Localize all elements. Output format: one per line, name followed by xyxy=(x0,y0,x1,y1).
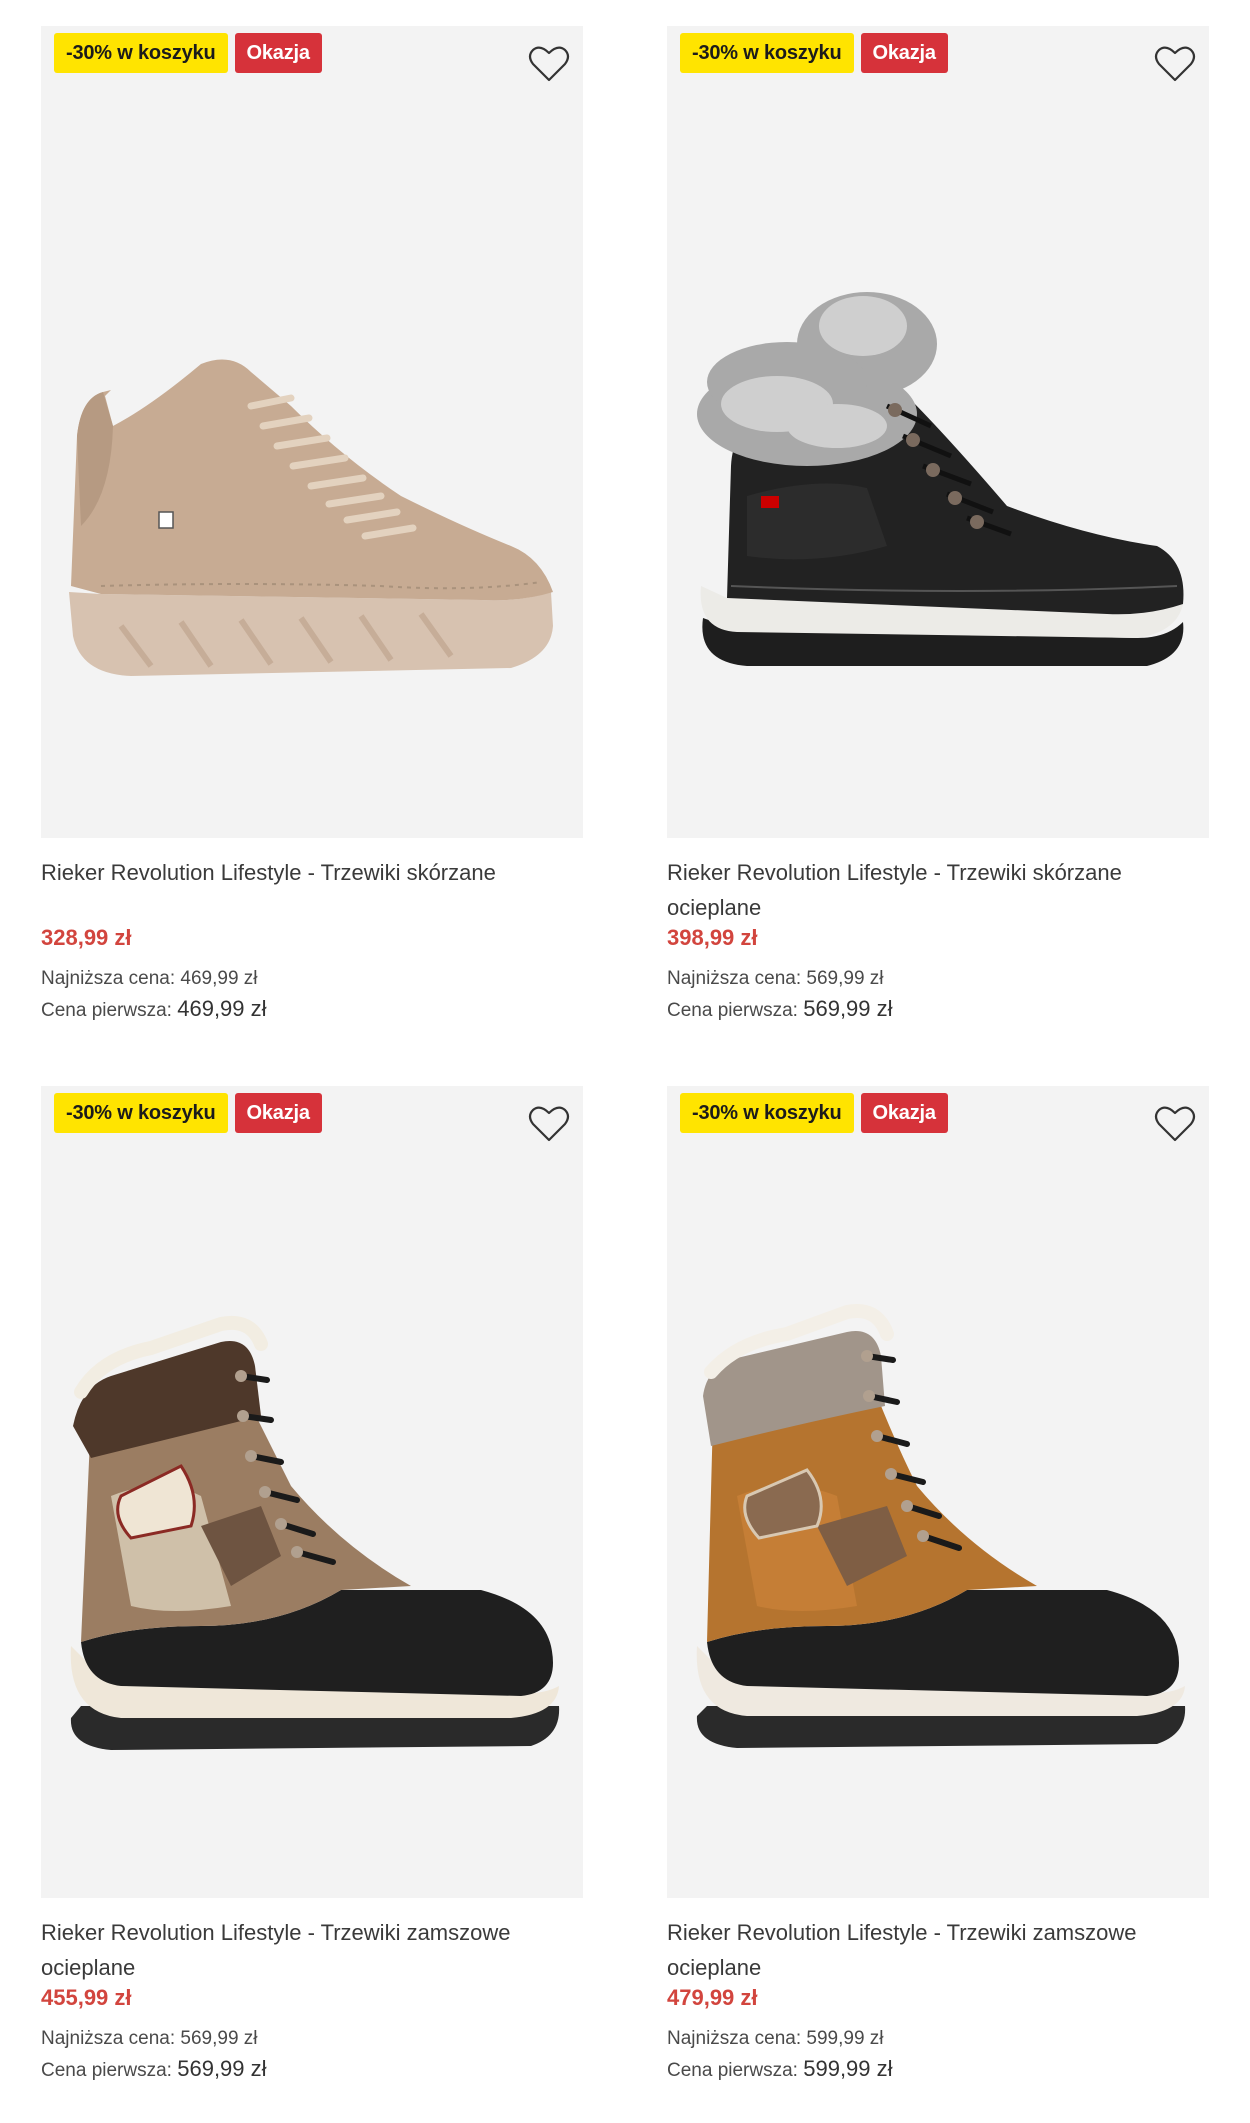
lowest-price-value: 599,99 zł xyxy=(806,2028,884,2049)
lowest-price-value: 569,99 zł xyxy=(180,2028,258,2049)
lowest-price-line: Najniższa cena: 569,99 zł xyxy=(667,968,884,990)
first-price-value: 569,99 zł xyxy=(177,2056,267,2081)
deal-badge: Okazja xyxy=(234,1093,322,1133)
lowest-price-line: Najniższa cena: 599,99 zł xyxy=(667,2028,884,2050)
first-price-line: Cena pierwsza: 569,99 zł xyxy=(41,2056,267,2082)
promo-badge: -30% w koszyku xyxy=(680,33,854,73)
taupe-suede-winter-boot-image xyxy=(70,1316,560,1750)
product-price: 398,99 zł xyxy=(667,925,758,950)
product-price: 328,99 zł xyxy=(41,925,132,950)
first-price-value: 599,99 zł xyxy=(803,2056,893,2081)
first-price-label: Cena pierwsza: xyxy=(41,1000,172,1021)
wishlist-heart-icon[interactable] xyxy=(527,1104,571,1144)
lowest-price-value: 469,99 zł xyxy=(180,968,258,989)
first-price-line: Cena pierwsza: 569,99 zł xyxy=(667,996,893,1022)
badge-group: -30% w koszyku Okazja xyxy=(680,33,948,73)
deal-badge: Okazja xyxy=(860,1093,948,1133)
lowest-price-line: Najniższa cena: 469,99 zł xyxy=(41,968,258,990)
beige-suede-sneaker-boot-image xyxy=(69,359,553,676)
wishlist-heart-icon[interactable] xyxy=(1153,1104,1197,1144)
product-price: 455,99 zł xyxy=(41,1985,132,2010)
deal-badge: Okazja xyxy=(860,33,948,73)
promo-badge: -30% w koszyku xyxy=(54,1093,228,1133)
lowest-price-label: Najniższa cena: xyxy=(667,2028,802,2049)
product-title[interactable]: Rieker Revolution Lifestyle - Trzewiki z… xyxy=(41,1915,583,1985)
badge-group: -30% w koszyku Okazja xyxy=(54,33,322,73)
first-price-line: Cena pierwsza: 599,99 zł xyxy=(667,2056,893,2082)
badge-group: -30% w koszyku Okazja xyxy=(54,1093,322,1133)
first-price-label: Cena pierwsza: xyxy=(667,2060,798,2081)
product-image[interactable] xyxy=(41,1086,583,1898)
first-price-label: Cena pierwsza: xyxy=(41,2060,172,2081)
deal-badge: Okazja xyxy=(234,33,322,73)
first-price-line: Cena pierwsza: 469,99 zł xyxy=(41,996,267,1022)
lowest-price-line: Najniższa cena: 569,99 zł xyxy=(41,2028,258,2050)
product-price: 479,99 zł xyxy=(667,1985,758,2010)
promo-badge: -30% w koszyku xyxy=(680,1093,854,1133)
black-leather-fur-boot-image xyxy=(697,292,1184,666)
product-grid: -30% w koszyku Okazja Rieker Revolution … xyxy=(0,0,1250,2123)
lowest-price-label: Najniższa cena: xyxy=(667,968,802,989)
product-title[interactable]: Rieker Revolution Lifestyle - Trzewiki z… xyxy=(667,1915,1209,1985)
badge-group: -30% w koszyku Okazja xyxy=(680,1093,948,1133)
lowest-price-label: Najniższa cena: xyxy=(41,2028,176,2049)
wishlist-heart-icon[interactable] xyxy=(1153,44,1197,84)
lowest-price-label: Najniższa cena: xyxy=(41,968,176,989)
product-image[interactable] xyxy=(667,26,1209,838)
product-image[interactable] xyxy=(667,1086,1209,1898)
first-price-value: 469,99 zł xyxy=(177,996,267,1021)
first-price-label: Cena pierwsza: xyxy=(667,1000,798,1021)
first-price-value: 569,99 zł xyxy=(803,996,893,1021)
product-title[interactable]: Rieker Revolution Lifestyle - Trzewiki s… xyxy=(41,855,583,890)
product-image[interactable] xyxy=(41,26,583,838)
lowest-price-value: 569,99 zł xyxy=(806,968,884,989)
cognac-suede-winter-boot-image xyxy=(696,1304,1186,1748)
product-title[interactable]: Rieker Revolution Lifestyle - Trzewiki s… xyxy=(667,855,1209,925)
promo-badge: -30% w koszyku xyxy=(54,33,228,73)
wishlist-heart-icon[interactable] xyxy=(527,44,571,84)
